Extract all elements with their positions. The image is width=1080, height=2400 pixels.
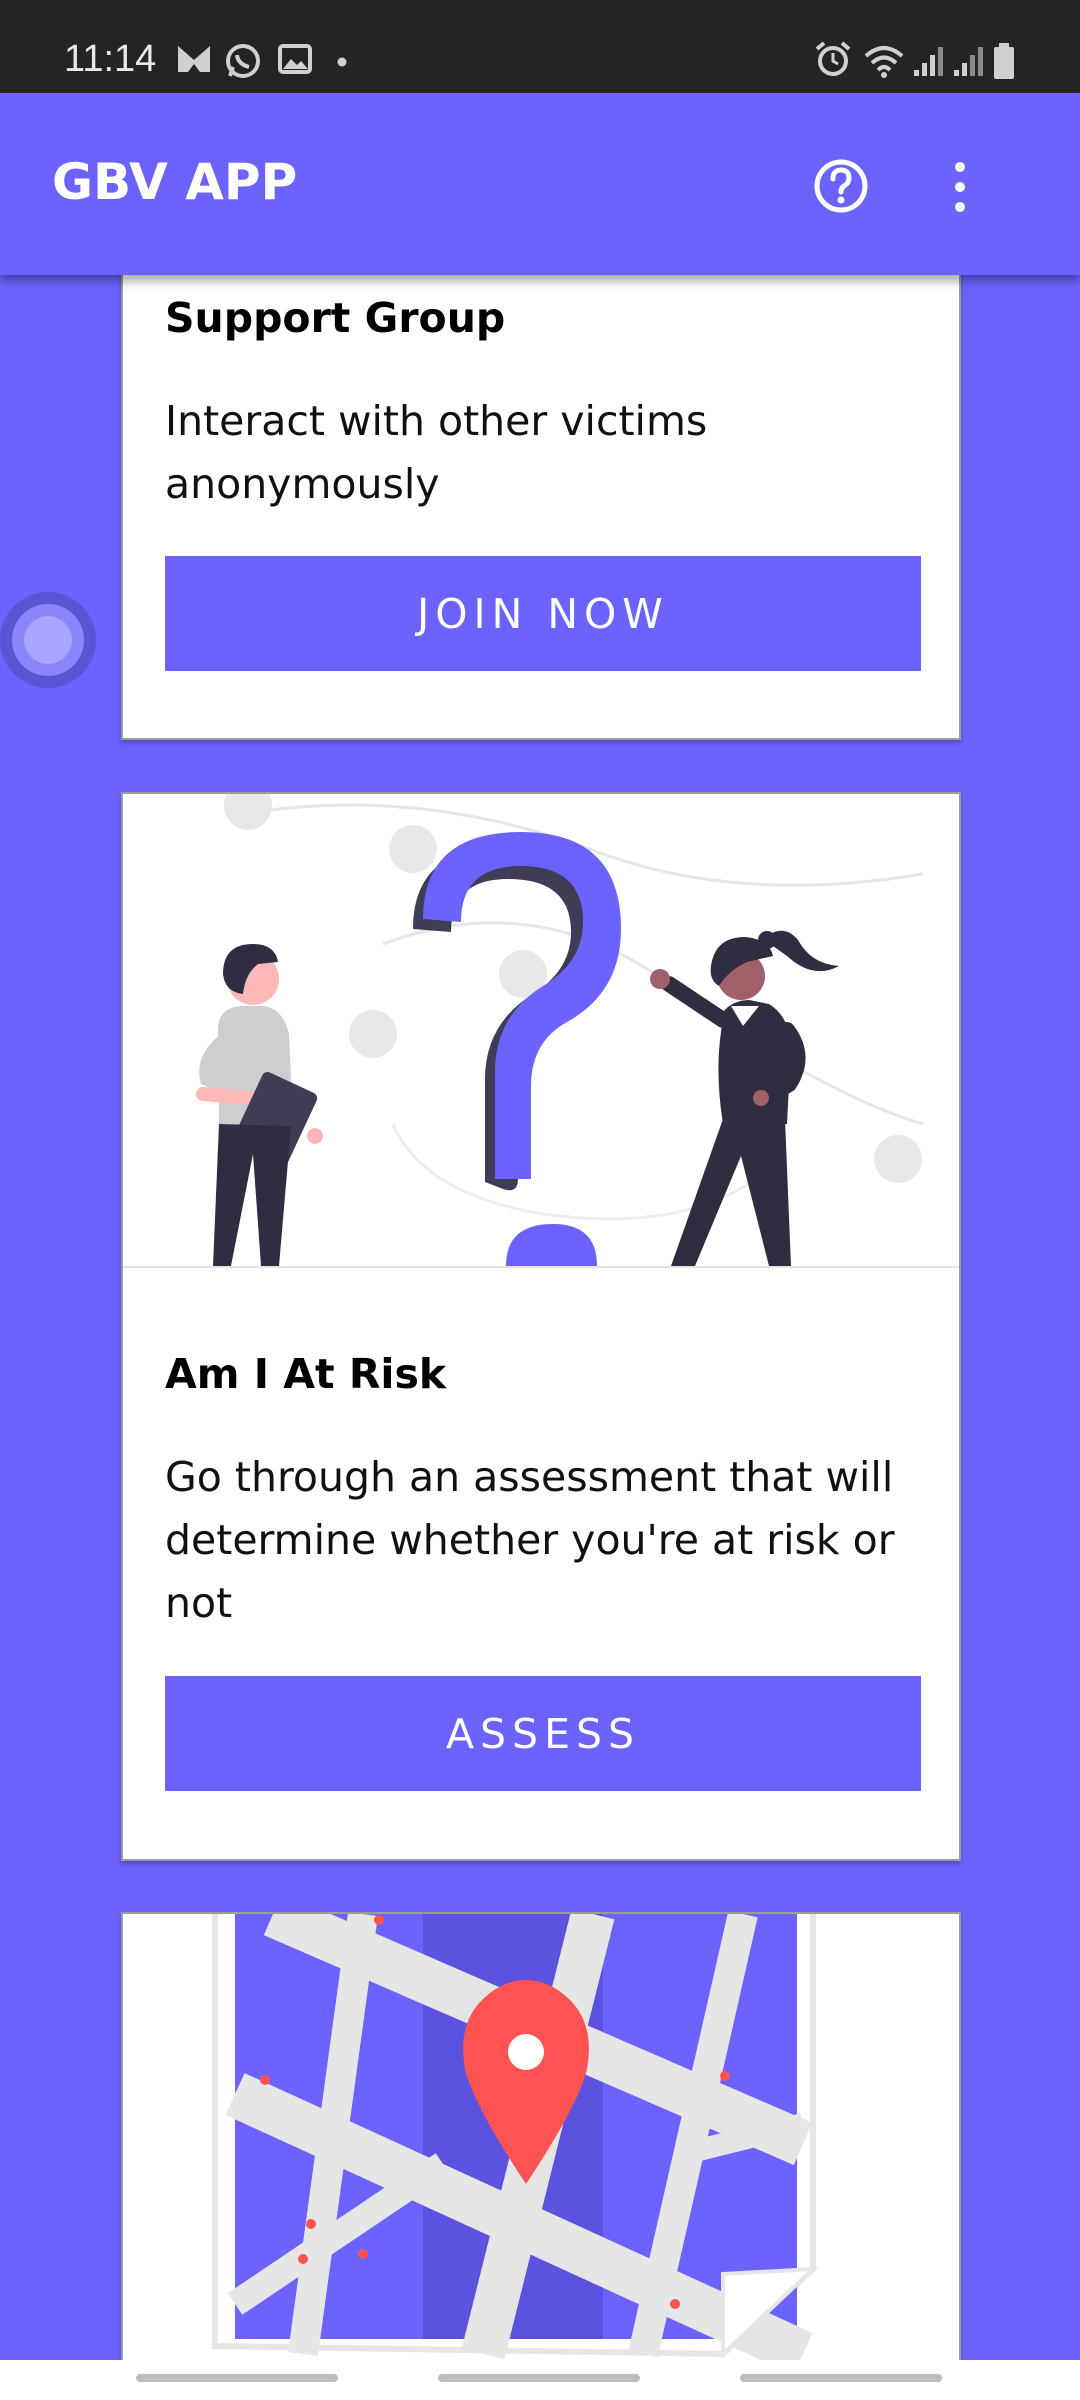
mail-icon <box>178 46 210 72</box>
whatsapp-icon <box>226 44 260 78</box>
risk-assessment-card: Am I At Risk Go through an assessment th… <box>121 792 961 1861</box>
status-bar: 11:14 <box>0 0 1080 93</box>
gallery-icon <box>278 44 312 74</box>
nav-home-handle[interactable] <box>438 2374 640 2382</box>
map-pin-illustration <box>212 1914 819 2375</box>
join-now-button[interactable]: JOIN NOW <box>165 556 921 671</box>
alarm-icon <box>815 41 851 76</box>
map-card <box>121 1912 961 2400</box>
app-bar: GBV APP <box>0 93 1080 275</box>
support-group-card: Support Group Interact with other victim… <box>121 270 961 740</box>
signal-icon <box>914 47 943 76</box>
nav-recents-handle[interactable] <box>136 2374 338 2382</box>
gesture-nav-bar <box>0 2360 1080 2400</box>
card-description: Go through an assessment that will deter… <box>165 1453 895 1627</box>
nav-back-handle[interactable] <box>740 2374 942 2382</box>
assess-button[interactable]: ASSESS <box>165 1676 921 1791</box>
signal-icon <box>954 47 983 76</box>
illustration-divider <box>123 1266 959 1268</box>
card-title: Support Group <box>165 294 506 342</box>
more-vert-icon[interactable] <box>940 155 980 219</box>
card-description: Interact with other victims anonymously <box>165 397 708 508</box>
wifi-icon <box>864 46 904 78</box>
help-icon[interactable] <box>806 151 876 221</box>
dot-icon <box>337 57 347 67</box>
battery-icon <box>994 43 1014 79</box>
app-title: GBV APP <box>52 153 298 211</box>
question-mark-illustration <box>196 794 924 1266</box>
card-title: Am I At Risk <box>165 1350 447 1398</box>
floating-bubble-icon[interactable] <box>0 590 100 690</box>
status-time: 11:14 <box>64 38 157 80</box>
